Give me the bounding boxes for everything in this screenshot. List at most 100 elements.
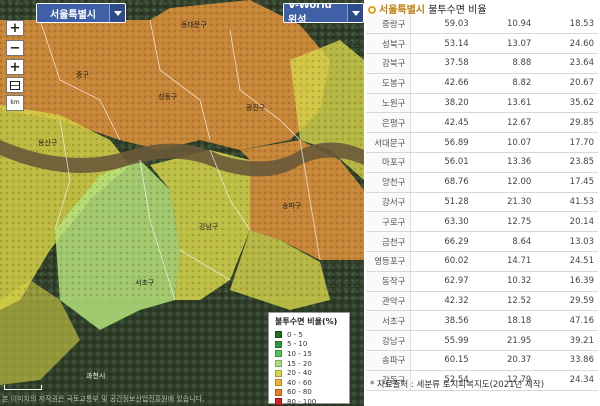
value-cell: 39.21: [535, 330, 598, 352]
district-label: 광진구: [246, 104, 266, 112]
district-label: 용산구: [38, 139, 58, 147]
value-cell: 12.67: [472, 112, 536, 134]
district-name-cell: 금천구: [366, 231, 411, 253]
value-cell: 21.30: [472, 192, 536, 213]
value-cell: 10.32: [472, 271, 536, 292]
legend-swatch: [275, 360, 282, 368]
legend-swatch: [275, 350, 282, 358]
table-row: 영등포구 60.02 14.71 24.51: [366, 251, 598, 272]
map-legend: 불투수면 비율(%) 0 - 5 5 - 10 10 - 15 15 - 20 …: [268, 312, 350, 406]
legend-item: 0 - 5: [275, 330, 343, 340]
legend-item: 10 - 15: [275, 349, 343, 359]
value-cell: 33.86: [535, 350, 598, 371]
district-label: 송파구: [282, 202, 302, 210]
table-row: 은평구 42.45 12.67 29.85: [366, 112, 598, 134]
value-cell: 12.00: [472, 172, 536, 193]
chevron-down-icon[interactable]: [347, 4, 363, 22]
district-name-cell: 서대문구: [366, 132, 411, 154]
zoom-in-button[interactable]: +: [6, 20, 24, 36]
district-name-cell: 구로구: [366, 211, 411, 233]
legend-label: 0 - 5: [287, 330, 303, 339]
table-row: 마포구 56.01 13.36 23.85: [366, 152, 598, 173]
value-cell: 10.94: [472, 14, 536, 35]
legend-label: 5 - 10: [287, 340, 308, 349]
legend-label: 15 - 20: [287, 359, 312, 368]
table-row: 송파구 60.15 20.37 33.86: [366, 350, 598, 371]
legend-swatch: [275, 340, 282, 348]
measure-distance-button[interactable]: km: [6, 95, 24, 111]
legend-label: 10 - 15: [287, 349, 312, 358]
value-cell: 38.20: [410, 93, 473, 114]
value-cell: 8.88: [472, 53, 536, 74]
value-cell: 8.82: [472, 73, 536, 94]
value-cell: 24.60: [535, 33, 598, 55]
value-cell: 17.45: [535, 172, 598, 193]
district-name-cell: 강북구: [366, 53, 411, 74]
district-name-cell: 영등포구: [366, 251, 411, 272]
legend-item: 15 - 20: [275, 359, 343, 369]
district-name-cell: 노원구: [366, 93, 411, 114]
legend-swatch: [275, 388, 282, 396]
area-measure-icon: [10, 80, 20, 90]
table-row: 관악구 42.32 12.52 29.59: [366, 291, 598, 312]
value-cell: 47.16: [535, 310, 598, 332]
value-cell: 23.85: [535, 152, 598, 173]
full-extent-button[interactable]: +: [6, 59, 24, 75]
value-cell: 56.01: [410, 152, 473, 173]
district-label: 서초구: [135, 279, 155, 287]
value-cell: 20.67: [535, 73, 598, 94]
value-cell: 13.07: [472, 33, 536, 55]
region-select-value: 서울특별시: [37, 4, 109, 22]
district-label: 성동구: [158, 93, 178, 101]
legend-label: 60 - 80: [287, 388, 312, 397]
value-cell: 62.97: [410, 271, 473, 292]
value-cell: 42.32: [410, 291, 473, 312]
value-cell: 8.64: [472, 231, 536, 253]
district-name-cell: 양천구: [366, 172, 411, 193]
value-cell: 16.39: [535, 271, 598, 292]
chevron-down-icon[interactable]: [109, 4, 125, 22]
value-cell: 42.45: [410, 112, 473, 134]
value-cell: 38.56: [410, 310, 473, 332]
district-name-cell: 강서구: [366, 192, 411, 213]
value-cell: 56.89: [410, 132, 473, 154]
impervious-ratio-table: 중랑구 59.03 10.94 18.53 성북구 53.14 13.07 24.60 강북구 3…: [366, 14, 598, 391]
legend-item: 80 - 100: [275, 397, 343, 406]
district-name-cell: 송파구: [366, 350, 411, 371]
value-cell: 12.52: [472, 291, 536, 312]
legend-swatch: [275, 398, 282, 406]
map-view[interactable]: 동대문구 중구 성동구 광진구 용산구 송파구 강남구 서초구 과천시 서울특별…: [0, 0, 364, 406]
basemap-layer-value: V-World 위성: [284, 4, 347, 22]
district-name-cell: 서초구: [366, 310, 411, 332]
value-cell: 60.15: [410, 350, 473, 371]
value-cell: 21.95: [472, 330, 536, 352]
value-cell: 60.02: [410, 251, 473, 272]
district-name-cell: 강남구: [366, 330, 411, 352]
district-name-cell: 성북구: [366, 33, 411, 55]
circle-bullet-icon: [368, 6, 376, 14]
value-cell: 24.51: [535, 251, 598, 272]
table-row: 강서구 51.28 21.30 41.53: [366, 192, 598, 213]
value-cell: 42.66: [410, 73, 473, 94]
value-cell: 10.07: [472, 132, 536, 154]
legend-item: 5 - 10: [275, 340, 343, 350]
region-select[interactable]: 서울특별시: [36, 3, 126, 23]
value-cell: 18.53: [535, 14, 598, 35]
legend-items: 0 - 5 5 - 10 10 - 15 15 - 20 20 - 40 40 …: [275, 330, 343, 406]
legend-title: 불투수면 비율(%): [275, 317, 338, 326]
table-row: 구로구 63.30 12.75 20.14: [366, 211, 598, 233]
district-name-cell: 중랑구: [366, 14, 411, 35]
value-cell: 68.76: [410, 172, 473, 193]
legend-swatch: [275, 379, 282, 387]
district-label: 동대문구: [181, 21, 207, 29]
table-row: 서대문구 56.89 10.07 17.70: [366, 132, 598, 154]
measure-area-button[interactable]: [6, 77, 24, 93]
legend-swatch: [275, 331, 282, 339]
table-row: 중랑구 59.03 10.94 18.53: [366, 14, 598, 35]
basemap-layer-select[interactable]: V-World 위성: [283, 3, 364, 23]
value-cell: 17.70: [535, 132, 598, 154]
data-source-note: * 자료출처 : 세분류 토지피복지도(2021년 제작): [370, 380, 545, 390]
scale-bar: [4, 385, 42, 390]
zoom-out-button[interactable]: −: [6, 40, 24, 56]
value-cell: 53.14: [410, 33, 473, 55]
